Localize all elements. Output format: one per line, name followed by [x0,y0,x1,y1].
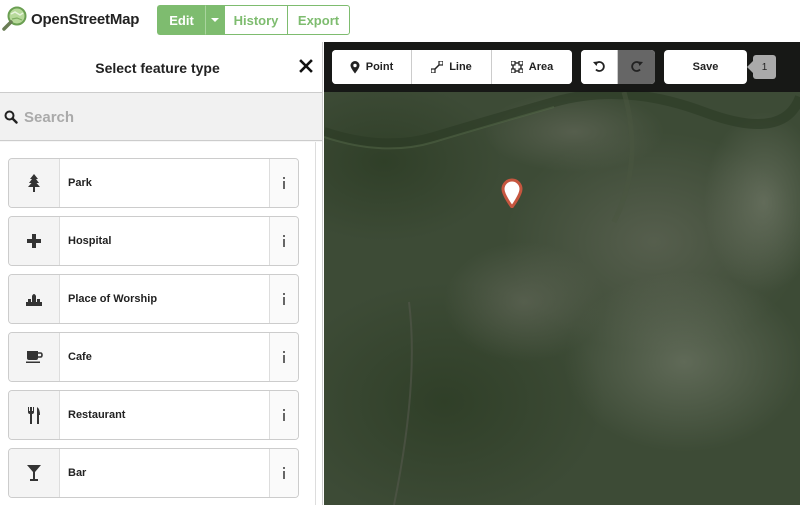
info-icon[interactable] [269,217,298,265]
feature-item-restaurant[interactable]: Restaurant [8,390,299,440]
area-label: Area [528,61,554,73]
point-pin-icon [350,60,360,74]
feature-item-hospital[interactable]: Hospital [8,216,299,266]
osm-logo[interactable]: OpenStreetMap [2,6,139,32]
feature-label: Hospital [68,235,112,247]
draw-mode-group: Point Line Area [332,50,572,84]
undo-redo-group [581,50,655,84]
redo-icon [630,60,643,75]
redo-button[interactable] [618,50,655,84]
restaurant-fork-knife-icon [9,391,60,439]
search-bar [0,93,322,141]
sidebar-header: Select feature type [0,42,322,93]
osm-logo-icon [2,6,28,32]
area-mode-button[interactable]: Area [492,50,572,84]
satellite-imagery [324,42,800,505]
edit-count-badge: 1 [753,55,776,79]
feature-label: Place of Worship [68,293,158,305]
undo-button[interactable] [581,50,618,84]
feature-item-bar[interactable]: Bar [8,448,299,498]
area-icon [510,61,523,73]
edit-button[interactable]: Edit [157,5,205,35]
feature-item-cafe[interactable]: Cafe [8,332,299,382]
map-canvas[interactable]: Point Line Area Save 1 [324,42,800,505]
line-mode-button[interactable]: Line [412,50,492,84]
top-nav-tabs: Edit History Export [157,5,350,35]
line-icon [431,61,444,73]
bar-cocktail-icon [9,449,60,497]
caret-down-icon [211,18,219,22]
park-tree-icon [9,159,60,207]
save-button[interactable]: Save [664,50,747,84]
feature-label: Bar [68,467,87,479]
top-bar: OpenStreetMap Edit History Export [0,0,800,42]
export-button[interactable]: Export [287,5,350,35]
feature-label: Cafe [68,351,92,363]
place-of-worship-icon [9,275,60,323]
history-button[interactable]: History [224,5,287,35]
scrollbar-track[interactable] [315,142,316,505]
search-icon [4,110,18,124]
app-title: OpenStreetMap [31,10,140,28]
point-label: Point [365,61,394,73]
hospital-cross-icon [9,217,60,265]
info-icon[interactable] [269,449,298,497]
sidebar-title: Select feature type [95,60,220,76]
line-label: Line [449,61,472,73]
search-input[interactable] [24,105,304,129]
map-pin-marker[interactable] [501,178,523,213]
feature-type-sidebar: Select feature type Park Hospital [0,42,323,505]
info-icon[interactable] [269,333,298,381]
undo-icon [593,60,605,75]
cafe-cup-icon [9,333,60,381]
feature-item-place-of-worship[interactable]: Place of Worship [8,274,299,324]
close-icon[interactable] [299,58,313,74]
info-icon[interactable] [269,275,298,323]
feature-item-park[interactable]: Park [8,158,299,208]
info-icon[interactable] [269,159,298,207]
feature-label: Park [68,177,92,189]
edit-dropdown-button[interactable] [205,5,224,35]
point-mode-button[interactable]: Point [332,50,412,84]
map-toolbar: Point Line Area Save 1 [324,42,800,92]
feature-label: Restaurant [68,409,126,421]
info-icon[interactable] [269,391,298,439]
